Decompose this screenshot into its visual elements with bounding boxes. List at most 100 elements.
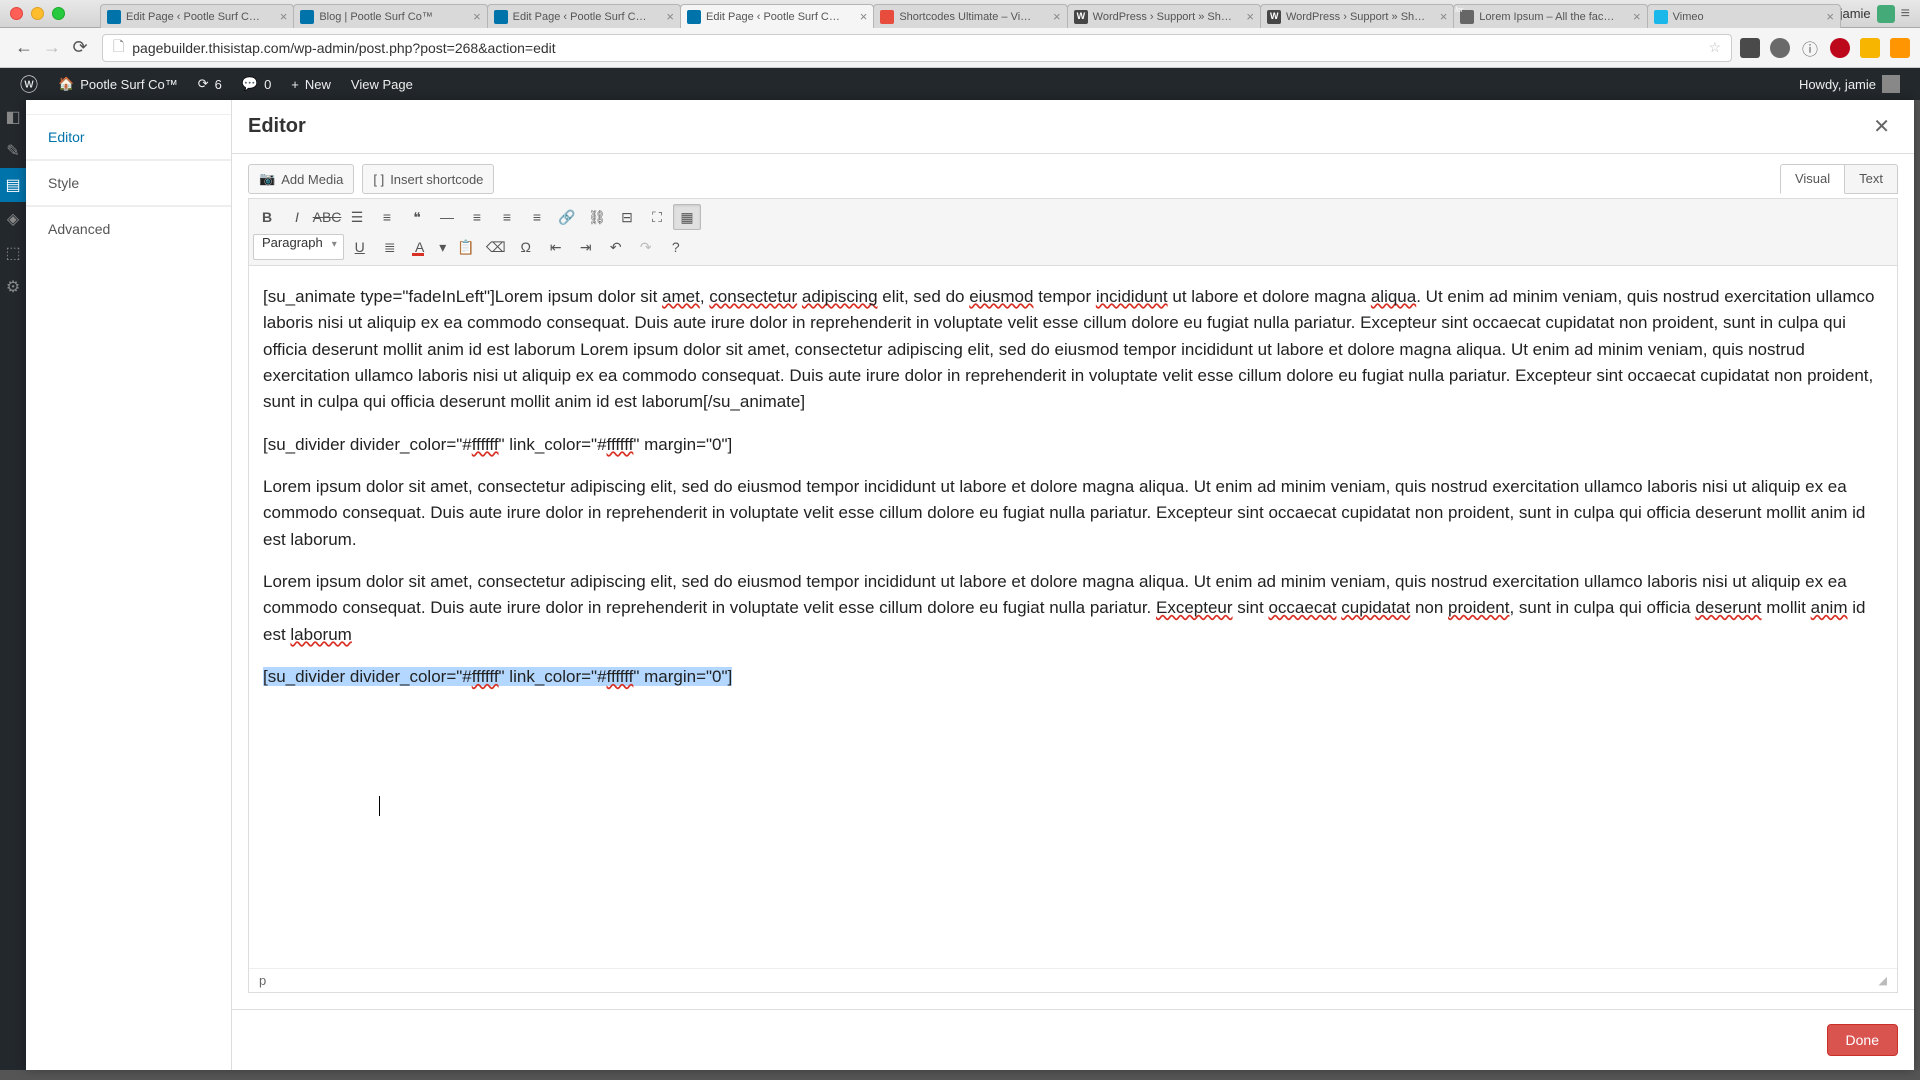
extension-icon[interactable] <box>1740 38 1760 58</box>
browser-tab[interactable]: Edit Page ‹ Pootle Surf C…× <box>487 4 681 28</box>
element-path[interactable]: p <box>259 973 266 988</box>
extension-icon[interactable] <box>1860 38 1880 58</box>
update-icon: ⟳ <box>198 76 209 92</box>
menu-icon[interactable]: ▤ <box>0 168 26 202</box>
hr-button[interactable]: — <box>433 204 461 230</box>
format-select[interactable]: Paragraph <box>253 234 344 260</box>
editor-content-area[interactable]: [su_animate type="fadeInLeft"]Lorem ipsu… <box>249 266 1897 968</box>
tab-close-icon[interactable]: × <box>1242 9 1254 24</box>
outdent-button[interactable]: ⇤ <box>542 234 570 260</box>
fullscreen-button[interactable]: ⛶ <box>643 204 671 230</box>
text-color-dropdown[interactable]: ▾ <box>436 234 450 260</box>
bold-button[interactable]: B <box>253 204 281 230</box>
help-button[interactable]: ? <box>662 234 690 260</box>
address-bar[interactable]: 🗋 pagebuilder.thisistap.com/wp-admin/pos… <box>102 34 1732 62</box>
window-zoom-button[interactable] <box>52 7 65 20</box>
unlink-button[interactable]: ⛓ <box>583 204 611 230</box>
url-text: pagebuilder.thisistap.com/wp-admin/post.… <box>132 40 555 56</box>
tab-close-icon[interactable]: × <box>1049 9 1061 24</box>
tab-label: Shortcodes Ultimate – Vi… <box>899 11 1031 23</box>
browser-tab-active[interactable]: Edit Page ‹ Pootle Surf C…× <box>680 4 874 28</box>
paste-text-button[interactable]: 📋 <box>452 234 480 260</box>
modal-footer: Done <box>232 1009 1914 1070</box>
user-menu[interactable]: Howdy, jamie <box>1789 68 1910 100</box>
wp-logo-menu[interactable]: ⓦ <box>10 68 48 100</box>
mac-user-avatar[interactable] <box>1877 5 1895 23</box>
done-button[interactable]: Done <box>1827 1024 1898 1056</box>
pinterest-icon[interactable] <box>1830 38 1850 58</box>
reload-button[interactable]: ⟳ <box>66 34 94 62</box>
browser-tab[interactable]: Shortcodes Ultimate – Vi… × <box>873 4 1067 28</box>
browser-tab[interactable]: Lorem Ipsum – All the fac… × <box>1453 4 1647 28</box>
tab-close-icon[interactable]: × <box>1629 9 1641 24</box>
close-button[interactable]: ✕ <box>1865 110 1898 143</box>
special-char-button[interactable]: Ω <box>512 234 540 260</box>
content-paragraph: Lorem ipsum dolor sit amet, consectetur … <box>263 474 1883 553</box>
updates-menu[interactable]: ⟳6 <box>188 68 232 100</box>
sidebar-item-style[interactable]: Style <box>26 160 231 206</box>
browser-tab[interactable]: Blog | Pootle Surf Co™× <box>293 4 487 28</box>
link-button[interactable]: 🔗 <box>553 204 581 230</box>
tab-close-icon[interactable]: × <box>662 9 674 24</box>
align-right-button[interactable]: ≡ <box>523 204 551 230</box>
view-page-link[interactable]: View Page <box>341 68 423 100</box>
extension-icon[interactable] <box>1770 38 1790 58</box>
justify-button[interactable]: ≣ <box>376 234 404 260</box>
align-center-button[interactable]: ≡ <box>493 204 521 230</box>
tab-close-icon[interactable]: × <box>856 9 868 24</box>
window-close-button[interactable] <box>10 7 23 20</box>
numbered-list-button[interactable]: ≡ <box>373 204 401 230</box>
bullet-list-button[interactable]: ☰ <box>343 204 371 230</box>
forward-button[interactable]: → <box>38 34 66 62</box>
menu-icon[interactable]: ⚙ <box>0 270 26 304</box>
tab-close-icon[interactable]: × <box>276 9 288 24</box>
strikethrough-button[interactable]: ABC <box>313 204 341 230</box>
browser-tab[interactable]: Vimeo× <box>1647 4 1841 28</box>
clear-format-button[interactable]: ⌫ <box>482 234 510 260</box>
sidebar-item-editor[interactable]: Editor <box>26 114 231 160</box>
comments-menu[interactable]: 💬0 <box>232 68 281 100</box>
tab-close-icon[interactable]: × <box>1822 9 1834 24</box>
tab-visual[interactable]: Visual <box>1780 164 1845 194</box>
back-button[interactable]: ← <box>10 34 38 62</box>
underline-button[interactable]: U <box>346 234 374 260</box>
view-page-label: View Page <box>351 77 413 92</box>
resize-handle[interactable]: ◢ <box>1879 974 1887 987</box>
indent-button[interactable]: ⇥ <box>572 234 600 260</box>
menu-icon[interactable]: ✎ <box>0 134 26 168</box>
new-content-menu[interactable]: +New <box>281 68 341 100</box>
browser-tab[interactable]: WordPress › Support » Sh…× <box>1260 4 1454 28</box>
chrome-menu-icon[interactable]: ≡ <box>1901 5 1910 23</box>
text-color-button[interactable]: A <box>406 234 434 260</box>
window-minimize-button[interactable] <box>31 7 44 20</box>
favicon <box>880 10 894 24</box>
browser-tab[interactable]: Edit Page ‹ Pootle Surf C…× <box>100 4 294 28</box>
menu-icon[interactable]: ◈ <box>0 202 26 236</box>
mac-user-label: jamie <box>1840 6 1871 21</box>
favicon <box>1460 10 1474 24</box>
undo-button[interactable]: ↶ <box>602 234 630 260</box>
redo-button[interactable]: ↷ <box>632 234 660 260</box>
tab-close-icon[interactable]: × <box>469 9 481 24</box>
updates-count: 6 <box>215 77 222 92</box>
insert-shortcode-button[interactable]: [ ] Insert shortcode <box>362 164 494 194</box>
site-name-menu[interactable]: 🏠Pootle Surf Co™ <box>48 68 188 100</box>
tab-close-icon[interactable]: × <box>1436 9 1448 24</box>
extension-icon[interactable]: ⓘ <box>1800 38 1820 58</box>
browser-tab[interactable]: WordPress › Support » Sh…× <box>1067 4 1261 28</box>
sidebar-item-advanced[interactable]: Advanced <box>26 206 231 251</box>
readmore-button[interactable]: ⊟ <box>613 204 641 230</box>
add-media-button[interactable]: 📷 Add Media <box>248 164 354 194</box>
italic-button[interactable]: I <box>283 204 311 230</box>
tab-text[interactable]: Text <box>1845 164 1898 194</box>
toolbar-toggle-button[interactable]: ▦ <box>673 204 701 230</box>
align-left-button[interactable]: ≡ <box>463 204 491 230</box>
tab-label: Lorem Ipsum – All the fac… <box>1479 11 1614 23</box>
dashboard-icon[interactable]: ◧ <box>0 100 26 134</box>
bookmark-star-icon[interactable]: ☆ <box>1708 39 1721 56</box>
menu-icon[interactable]: ⬚ <box>0 236 26 270</box>
extension-icon[interactable] <box>1890 38 1910 58</box>
extension-icons: ⓘ <box>1740 38 1910 58</box>
blockquote-button[interactable]: ❝ <box>403 204 431 230</box>
mac-menu-right: jamie ≡ <box>1840 5 1910 23</box>
